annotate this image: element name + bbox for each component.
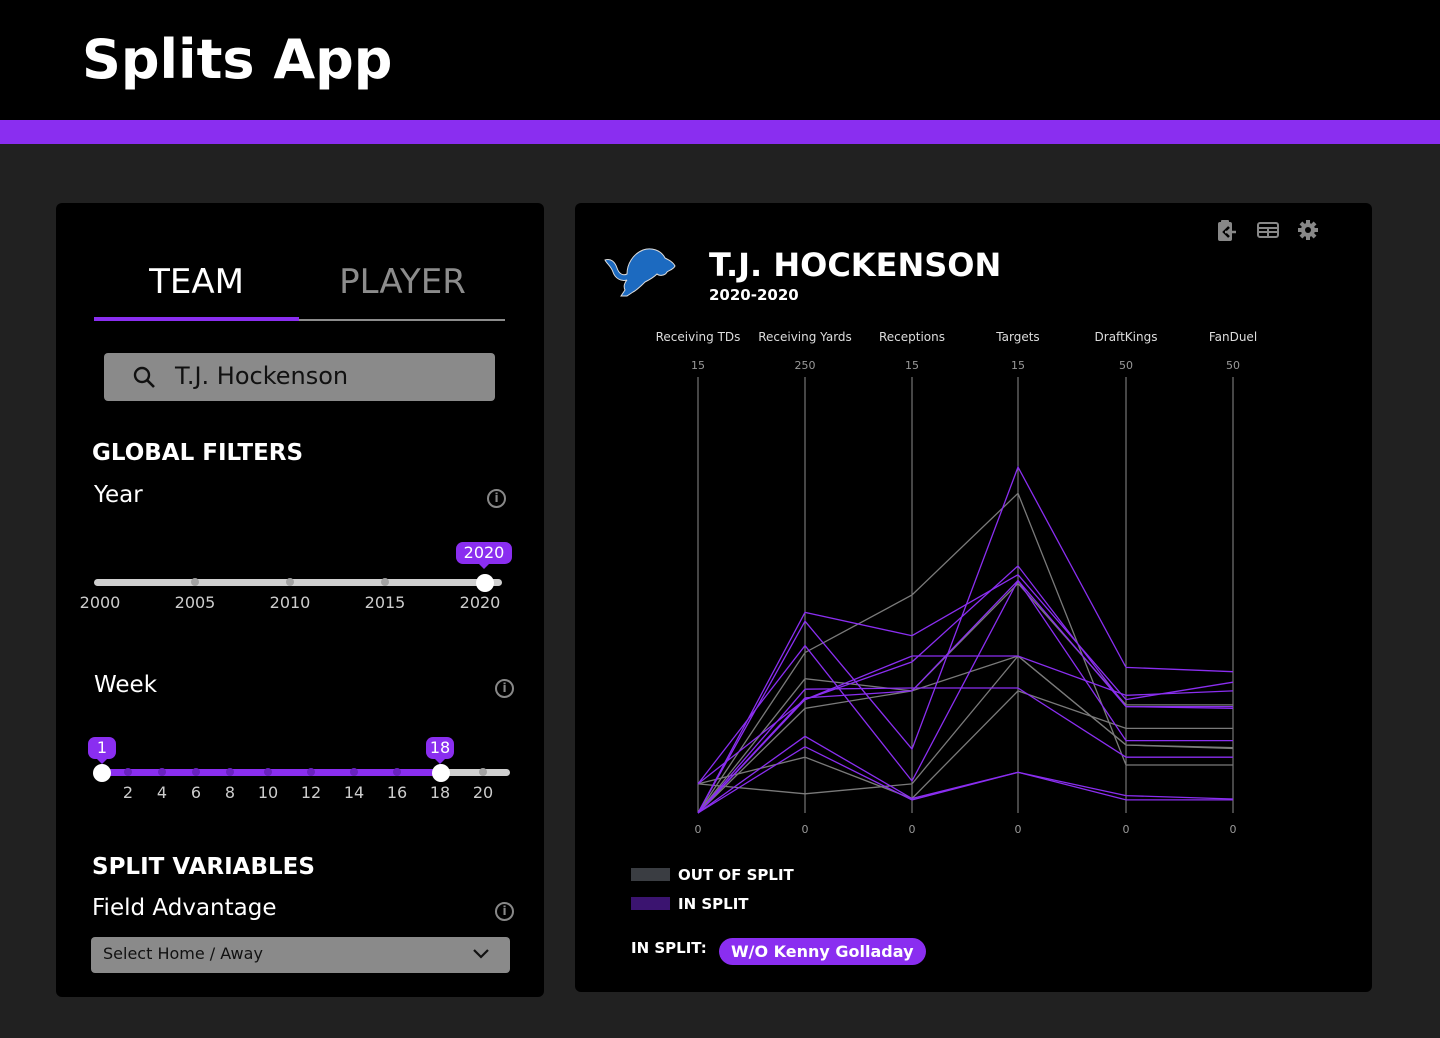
legend-label-out: OUT OF SPLIT [678, 866, 794, 884]
legend-label-in: IN SPLIT [678, 895, 749, 913]
axis-label: DraftKings [1095, 330, 1158, 344]
in-split-line [697, 735, 1234, 814]
axis-label: Receiving Yards [758, 330, 852, 344]
axis-max-label: 15 [691, 359, 705, 372]
in-split-chip[interactable]: W/O Kenny Golladay [719, 938, 926, 965]
axis-label: Receptions [879, 330, 945, 344]
out-of-split-line [697, 492, 1233, 814]
axis-label: Receiving TDs [656, 330, 741, 344]
in-split-line [697, 579, 1233, 785]
axis-max-label: 15 [1011, 359, 1025, 372]
axis-max-label: 250 [795, 359, 816, 372]
axis-min-label: 0 [802, 823, 809, 836]
legend-swatch-out [631, 868, 670, 881]
in-split-label: IN SPLIT: [631, 939, 707, 957]
axis-min-label: 0 [1015, 823, 1022, 836]
axis-min-label: 0 [695, 823, 702, 836]
axis-min-label: 0 [1123, 823, 1130, 836]
out-of-split-line [697, 655, 1234, 795]
axis-min-label: 0 [909, 823, 916, 836]
axis-max-label: 50 [1119, 359, 1133, 372]
axis-max-label: 50 [1226, 359, 1240, 372]
axis-label: Targets [995, 330, 1039, 344]
out-of-split-line [697, 582, 1233, 814]
axis-max-label: 15 [905, 359, 919, 372]
legend-swatch-in [631, 897, 670, 910]
in-split-line [697, 564, 1234, 814]
in-split-line [697, 465, 1234, 814]
in-split-line [697, 579, 1233, 814]
axis-min-label: 0 [1230, 823, 1237, 836]
axis-label: FanDuel [1209, 330, 1257, 344]
